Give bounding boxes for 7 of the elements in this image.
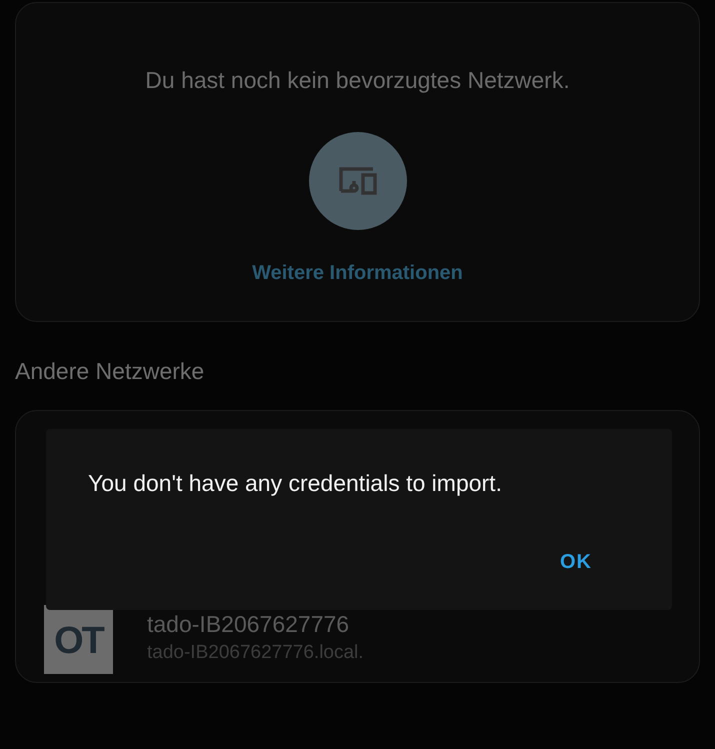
ok-button[interactable]: OK [560,546,592,576]
more-info-link[interactable]: Weitere Informationen [252,258,463,288]
network-name[interactable]: tado-IB2067627776 [147,610,364,637]
dialog-message: You don't have any credentials to import. [88,469,503,498]
empty-message: Du hast noch kein bevorzugtes Netzwerk. [145,66,570,95]
section-heading: Andere Netzwerke [15,357,206,386]
device-logo: OT [44,604,113,674]
